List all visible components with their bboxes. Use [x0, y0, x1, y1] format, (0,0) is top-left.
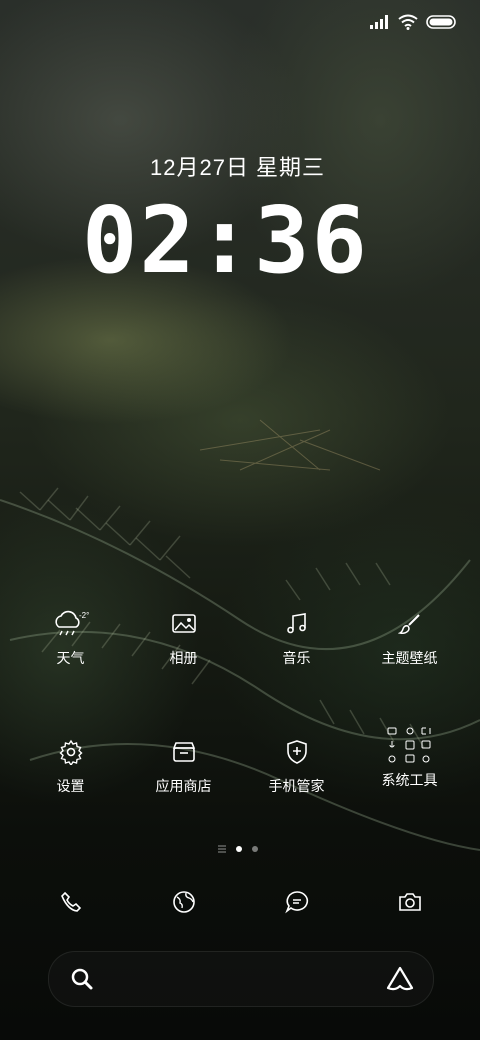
tools-folder-icon [387, 727, 430, 763]
app-security[interactable]: 手机管家 [240, 734, 353, 796]
gallery-icon [171, 614, 196, 633]
app-label: 天气 [56, 650, 85, 666]
app-themes[interactable]: 主题壁纸 [353, 606, 466, 668]
lockscreen-clock: 02:36 [82, 187, 369, 294]
page-dot [252, 846, 258, 852]
app-label: 相册 [169, 650, 198, 666]
folder-system-tools[interactable]: 系统工具 [353, 727, 466, 796]
messages-icon [284, 891, 308, 914]
assistant-icon[interactable] [385, 964, 415, 994]
home-apps-row-1: -2° 天气 相册 音乐 主题壁纸 [14, 606, 466, 668]
status-bar [370, 10, 456, 34]
dock-browser[interactable] [127, 884, 240, 920]
app-label: 应用商店 [155, 778, 212, 794]
app-label: 音乐 [282, 650, 311, 666]
app-label: 系统工具 [381, 772, 438, 788]
dock-messages[interactable] [240, 884, 353, 920]
gear-icon [58, 739, 83, 765]
app-store[interactable]: 应用商店 [127, 734, 240, 796]
dock [14, 884, 466, 920]
wifi-icon [398, 14, 418, 30]
dock-camera[interactable] [353, 884, 466, 920]
app-gallery[interactable]: 相册 [127, 606, 240, 668]
search-bar[interactable] [48, 951, 434, 1007]
page-dot-active [236, 846, 242, 852]
battery-icon [426, 15, 456, 29]
list-page-icon [218, 845, 226, 853]
app-label: 手机管家 [268, 778, 325, 794]
store-icon [172, 742, 195, 762]
page-indicator[interactable] [218, 845, 258, 853]
weather-temp-badge: -2° [79, 611, 89, 620]
phone-icon [60, 891, 81, 912]
search-icon [71, 968, 93, 990]
app-label: 主题壁纸 [381, 650, 438, 666]
paintbrush-icon [397, 614, 420, 634]
weather-rain-icon: -2° [54, 610, 89, 636]
signal-icon [370, 15, 388, 29]
app-settings[interactable]: 设置 [14, 734, 127, 796]
camera-icon [398, 893, 421, 911]
app-label: 设置 [56, 778, 85, 794]
app-music[interactable]: 音乐 [240, 606, 353, 668]
dock-phone[interactable] [14, 884, 127, 920]
app-weather[interactable]: -2° 天气 [14, 606, 127, 668]
lockscreen-date: 12月27日 星期三 [150, 155, 326, 180]
music-note-icon [286, 613, 306, 634]
home-apps-row-2: 设置 应用商店 手机管家 系统工具 [14, 727, 466, 796]
browser-globe-icon [172, 891, 195, 913]
shield-plus-icon [286, 740, 307, 764]
